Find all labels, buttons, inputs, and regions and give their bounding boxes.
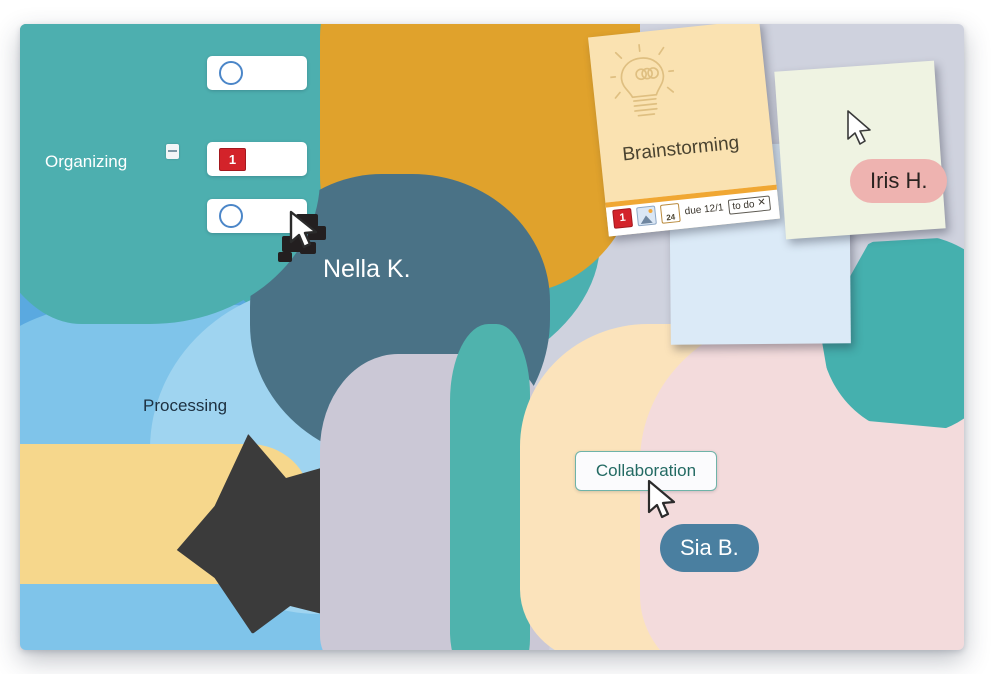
- screenshot-root: 1 Organizing Processing Nella K. Brainst…: [0, 0, 1000, 674]
- note-title-brainstorming: Brainstorming: [621, 132, 741, 166]
- label-nella: Nella K.: [323, 255, 411, 283]
- label-processing: Processing: [143, 396, 228, 415]
- presence-pill-iris[interactable]: Iris H.: [850, 159, 948, 203]
- whiteboard-canvas[interactable]: 1 Organizing Processing Nella K. Brainst…: [20, 24, 964, 650]
- count-badge: 1: [219, 147, 246, 171]
- presence-pill-sia[interactable]: Sia B.: [660, 524, 759, 572]
- list-card-2[interactable]: 1: [207, 142, 307, 176]
- note-brainstorming[interactable]: Brainstorming 1 24 due 12/1 to do ✕: [588, 24, 780, 237]
- status-tag[interactable]: to do ✕: [727, 194, 771, 215]
- lightbulb-icon: [608, 43, 676, 117]
- close-icon[interactable]: ✕: [757, 197, 766, 209]
- collaboration-button-label: Collaboration: [595, 461, 697, 480]
- presence-name-iris: Iris H.: [870, 168, 928, 193]
- bg-field-teal-strip: [450, 324, 530, 650]
- cursor-sia-arrow-cursor: [647, 479, 676, 519]
- image-icon[interactable]: [635, 204, 657, 226]
- presence-name-sia: Sia B.: [680, 535, 739, 560]
- status-circle-icon: [219, 204, 243, 228]
- label-organizing: Organizing: [45, 152, 128, 171]
- calendar-icon[interactable]: 24: [659, 202, 681, 224]
- list-card-1[interactable]: [207, 56, 307, 90]
- note-count-badge: 1: [612, 207, 634, 229]
- due-date-label: due 12/1: [684, 201, 725, 217]
- note-mint[interactable]: [774, 60, 946, 240]
- status-tag-label: to do: [731, 198, 756, 212]
- cursor-nella-arrow-cursor: [289, 210, 318, 249]
- cursor-iris-arrow-cursor: [847, 110, 871, 145]
- status-circle-icon: [219, 61, 243, 85]
- drag-handle-icon[interactable]: [166, 144, 179, 159]
